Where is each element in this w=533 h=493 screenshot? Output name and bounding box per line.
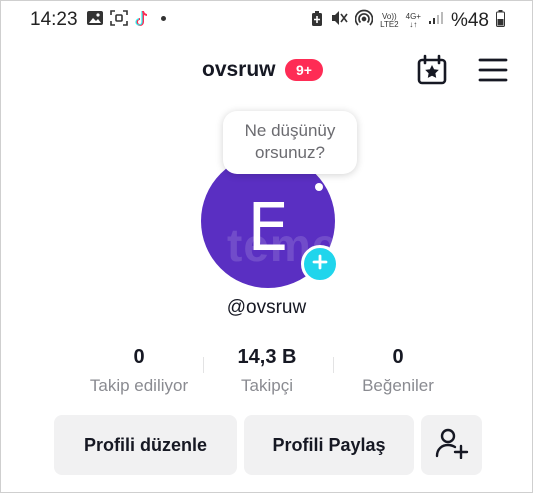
calendar-star-button[interactable] [416, 54, 448, 86]
notification-dot [161, 16, 166, 21]
share-profile-button[interactable]: Profili Paylaş [244, 415, 414, 475]
notification-badge: 9+ [285, 59, 323, 81]
stat-followers[interactable]: 14,3 B Takipçi [213, 345, 321, 396]
stat-followers-label: Takipçi [241, 376, 293, 395]
stat-likes-label: Beğeniler [362, 376, 434, 395]
stat-following-label: Takip ediliyor [89, 376, 189, 395]
tiktok-icon [134, 10, 150, 33]
battery-saver-icon [311, 10, 323, 32]
plus-icon [312, 254, 328, 275]
mute-icon [330, 10, 348, 31]
signal-icon [428, 11, 444, 30]
note-bubble[interactable]: Ne düşünüy orsunuz? [223, 111, 357, 174]
network-type-indicator: 4G+ ↓↑ [405, 11, 421, 29]
stat-following[interactable]: 0 Takip ediliyor [83, 345, 195, 396]
gallery-icon [86, 10, 104, 31]
status-time: 14:23 [30, 9, 78, 30]
note-bubble-line2: orsunuz? [255, 143, 325, 162]
edit-profile-button[interactable]: Profili düzenle [54, 415, 237, 475]
note-bubble-tail [315, 183, 323, 191]
status-bar: 14:23 Vo)) LTE2 4G+ ↓↑ %48 [0, 0, 533, 40]
stat-divider [333, 357, 334, 373]
add-user-icon [435, 427, 469, 464]
hotspot-icon [354, 9, 374, 32]
add-friend-button[interactable] [421, 415, 482, 475]
stat-following-value: 0 [133, 346, 145, 368]
stat-likes[interactable]: 0 Beğeniler [352, 345, 444, 396]
menu-icon [478, 58, 508, 88]
profile-handle: @ovsruw [226, 297, 307, 318]
volte-indicator: Vo)) LTE2 [380, 11, 399, 29]
stat-followers-value: 14,3 B [237, 346, 297, 368]
stat-divider [203, 357, 204, 373]
screenshot-icon [110, 10, 128, 31]
add-photo-button[interactable] [301, 245, 339, 283]
header-username[interactable]: ovsruw [202, 58, 276, 82]
note-bubble-line1: Ne düşünüy [244, 121, 336, 140]
menu-button[interactable] [478, 56, 508, 84]
calendar-star-icon [416, 54, 448, 90]
battery-percent: %48 [450, 9, 489, 31]
battery-icon [496, 9, 505, 32]
stat-likes-value: 0 [392, 346, 404, 368]
